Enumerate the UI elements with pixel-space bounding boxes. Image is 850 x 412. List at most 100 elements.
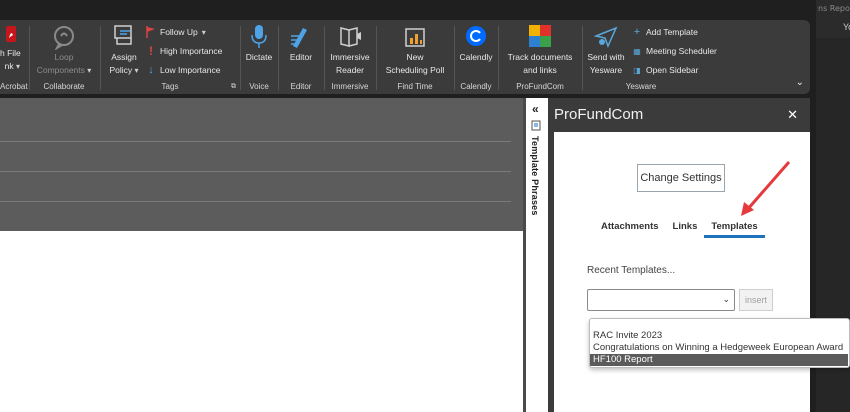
compose-area: [0, 98, 526, 412]
scheduling-poll-icon: [405, 28, 425, 47]
template-phrases-strip[interactable]: « Template Phrases: [526, 98, 548, 412]
flag-icon: [146, 26, 155, 38]
message-body[interactable]: [0, 231, 523, 412]
group-yesware: Send with Yesware + Add Template ▦ Meeti…: [584, 20, 808, 94]
loop-components-button[interactable]: Loop Components ▾: [30, 24, 98, 76]
insert-button[interactable]: insert: [739, 289, 773, 311]
new-scheduling-poll-button[interactable]: New Scheduling Poll: [378, 24, 452, 76]
immersive-reader-icon: [340, 27, 361, 47]
yesware-send-icon: [594, 26, 618, 48]
sidebar-icon: ◨: [633, 65, 641, 75]
send-with-yesware-button[interactable]: Send with Yesware: [584, 24, 628, 76]
new-poll-label-1: New: [406, 52, 424, 62]
ribbon: h File nk ▾ Acrobat Loop Components ▾ Co…: [0, 20, 810, 94]
acrobat-label-1: h File: [0, 48, 21, 58]
header-field-divider: [0, 141, 511, 142]
tab-links[interactable]: Links: [666, 220, 705, 238]
tab-attachments[interactable]: Attachments: [594, 220, 666, 238]
recent-templates-select[interactable]: ⌄: [587, 289, 735, 311]
header-field-divider: [0, 171, 511, 172]
plus-icon: +: [633, 26, 641, 38]
group-editor: Editor Editor: [280, 20, 322, 94]
loop-label-1: Loop: [54, 52, 74, 62]
calendly-label: Calendly: [459, 52, 493, 62]
editor-button[interactable]: Editor: [280, 24, 322, 63]
group-find-time: New Scheduling Poll Find Time: [378, 20, 452, 94]
follow-up-button[interactable]: Follow Up ▾: [146, 25, 206, 39]
title-bar: [0, 0, 850, 18]
editor-icon: [291, 28, 307, 48]
ribbon-separator: [324, 26, 325, 90]
assign-policy-button[interactable]: Assign Policy ▾: [106, 24, 142, 76]
editor-label: Editor: [289, 52, 313, 62]
microphone-icon: [251, 25, 267, 48]
open-sidebar-button[interactable]: ◨ Open Sidebar: [632, 63, 698, 77]
loop-label-2: Components ▾: [36, 65, 92, 75]
group-label-immersive: Immersive: [331, 82, 369, 91]
follow-up-label: Follow Up: [160, 27, 198, 37]
group-profundcom: Track documents and links ProFundCom: [500, 20, 580, 94]
group-calendly: Calendly Calendly: [456, 20, 496, 94]
high-importance-button[interactable]: ! High Importance: [146, 44, 222, 58]
pane-tabs: Attachments Links Templates: [594, 220, 765, 240]
group-label-tags: Tags: [161, 82, 179, 91]
ribbon-expand-icon[interactable]: ⌄: [796, 77, 804, 88]
dropdown-option[interactable]: RAC Invite 2023: [592, 330, 662, 342]
track-label-1: Track documents: [507, 52, 573, 62]
group-label-calendly: Calendly: [460, 82, 492, 91]
chevron-down-icon: ▾: [201, 27, 206, 37]
group-label-editor: Editor: [290, 82, 312, 91]
group-label-yesware: Yesware: [625, 82, 657, 91]
group-label-profundcom: ProFundCom: [516, 82, 564, 91]
low-importance-button[interactable]: ↓ Low Importance: [146, 63, 220, 77]
new-poll-label-2: Scheduling Poll: [385, 65, 445, 75]
immersive-label-1: Immersive: [330, 52, 370, 62]
pane-title: ProFundCom: [554, 106, 644, 123]
group-immersive: Immersive Reader Immersive: [326, 20, 374, 94]
immersive-label-2: Reader: [336, 65, 364, 75]
group-label-find-time: Find Time: [397, 82, 433, 91]
dropdown-option[interactable]: Congratulations on Winning a Hedgeweek E…: [592, 342, 843, 354]
dropdown-option-selected[interactable]: HF100 Report: [590, 354, 848, 366]
acrobat-button[interactable]: h File nk ▾: [0, 24, 26, 72]
down-arrow-icon: ↓: [148, 64, 154, 76]
group-tags: Assign Policy ▾ Follow Up ▾ ! High Import…: [102, 20, 238, 94]
calendly-icon: [466, 26, 486, 46]
track-documents-button[interactable]: Track documents and links: [500, 24, 580, 76]
add-template-label: Add Template: [646, 27, 698, 37]
acrobat-icon: [6, 26, 16, 42]
ribbon-separator: [582, 26, 583, 90]
ribbon-separator: [454, 26, 455, 90]
calendar-icon: ▦: [633, 46, 641, 56]
header-field-divider: [0, 201, 511, 202]
right-column-header: ns Repo Yo: [816, 0, 850, 38]
assign-policy-label-1: Assign: [111, 52, 137, 62]
high-importance-label: High Importance: [160, 46, 223, 56]
tab-templates[interactable]: Templates: [704, 220, 765, 238]
ribbon-separator: [100, 26, 101, 90]
group-voice: Dictate Voice: [242, 20, 276, 94]
loop-icon: [54, 26, 74, 50]
open-sidebar-label: Open Sidebar: [646, 65, 699, 75]
ribbon-separator: [376, 26, 377, 90]
meeting-scheduler-button[interactable]: ▦ Meeting Scheduler: [632, 44, 717, 58]
recent-templates-label: Recent Templates...: [587, 265, 676, 276]
close-icon[interactable]: ✕: [787, 107, 798, 123]
immersive-reader-button[interactable]: Immersive Reader: [326, 24, 374, 76]
dialog-launcher-icon[interactable]: ⧉: [231, 83, 236, 91]
acrobat-label-2: nk ▾: [4, 61, 20, 71]
add-template-button[interactable]: + Add Template: [632, 25, 698, 39]
dictate-button[interactable]: Dictate: [242, 24, 276, 63]
ribbon-separator: [278, 26, 279, 90]
group-label-voice: Voice: [249, 82, 269, 91]
track-label-2: and links: [523, 65, 557, 75]
template-phrases-icon: [531, 120, 541, 131]
dictate-label: Dictate: [245, 52, 273, 62]
templates-dropdown: RAC Invite 2023 Congratulations on Winni…: [589, 318, 850, 368]
group-collaborate: Loop Components ▾ Collaborate: [30, 20, 98, 94]
change-settings-button[interactable]: Change Settings: [637, 164, 725, 192]
ribbon-separator: [240, 26, 241, 90]
calendly-button[interactable]: Calendly: [456, 24, 496, 63]
exclamation-icon: !: [149, 44, 153, 58]
collapse-icon[interactable]: «: [532, 102, 539, 116]
